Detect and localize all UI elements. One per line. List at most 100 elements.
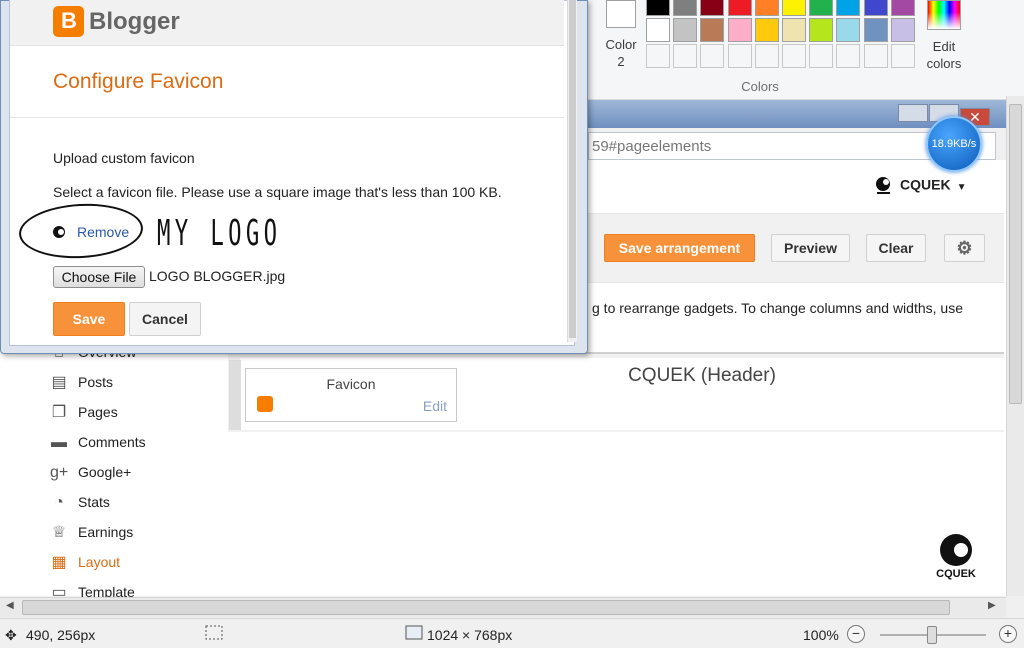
zoom-level: 100% [803,627,839,643]
image-size-icon [404,624,424,645]
color2-swatch [606,0,636,28]
sidebar-item-stats[interactable]: ◔ Stats [50,494,110,514]
palette-swatch[interactable] [863,0,888,16]
user-menu[interactable]: CQUEK ▼ [874,176,966,196]
annotation-text: MY LOGO [157,213,282,254]
brand-name: Blogger [89,7,180,35]
palette-swatch[interactable] [863,18,888,42]
palette-swatch[interactable] [890,18,915,42]
favicon-gadget-title: Favicon [326,376,376,392]
dialog-scroll-thumb[interactable] [569,0,576,338]
custom-color-slot[interactable] [700,44,725,68]
gear-icon: ⚙ [956,238,973,258]
edit-colors-button[interactable]: Edit colors [920,0,968,72]
clear-button[interactable]: Clear [866,234,926,262]
pages-icon: ❐ [51,404,67,422]
custom-color-slot[interactable] [754,44,779,68]
sidebar-item-posts[interactable]: ▤ Posts [50,374,113,394]
save-arrangement-button[interactable]: Save arrangement [604,234,755,262]
layout-icon: ▦ [51,554,67,572]
minimize-button[interactable] [898,104,928,122]
favicon-edit-link[interactable]: Edit [423,398,447,414]
zoom-slider-thumb[interactable] [927,626,937,644]
color2-label-2: 2 [617,54,625,69]
palette-swatch[interactable] [646,18,670,42]
palette-swatch[interactable] [809,0,834,16]
save-button[interactable]: Save [53,302,125,336]
sidebar-item-pages[interactable]: ❐ Pages [50,404,118,424]
palette-swatch[interactable] [836,0,861,16]
sidebar-item-label: Posts [78,374,114,390]
palette-swatch[interactable] [890,0,915,16]
cquek-avatar-icon [874,176,894,196]
palette-swatch[interactable] [754,0,779,16]
custom-color-slot[interactable] [863,44,888,68]
scroll-right-icon[interactable]: ▶ [988,600,996,611]
palette-swatch[interactable] [782,18,806,42]
palette-swatch[interactable] [754,18,779,42]
username: CQUEK [900,176,951,193]
sidebar-item-label: Google+ [78,464,132,480]
sidebar-item-label: Earnings [78,524,134,540]
horizontal-scroll-thumb[interactable] [22,600,950,615]
favicon-gadget[interactable]: Favicon Edit [245,368,457,422]
palette-swatch[interactable] [782,0,806,16]
sidebar-item-label: Pages [78,404,118,420]
zoom-out-button[interactable]: − [847,625,865,643]
sidebar-item-google[interactable]: g+ Google+ [50,464,131,484]
drag-handle[interactable] [229,360,241,430]
blogger-icon [257,396,273,412]
google-plus-icon: g+ [50,464,69,482]
choose-file-button[interactable]: Choose File [53,266,145,288]
cancel-button[interactable]: Cancel [129,302,201,336]
vertical-scrollbar[interactable] [1006,96,1024,596]
custom-color-slot[interactable] [836,44,861,68]
layout-hint-text: g to rearrange gadgets. To change column… [592,300,963,316]
sidebar-item-label: Comments [78,434,146,450]
sidebar-item-earnings[interactable]: ♕ Earnings [50,524,133,544]
palette-swatch[interactable] [727,18,752,42]
divider [10,117,564,118]
palette-swatch[interactable] [673,0,698,16]
color2-button[interactable]: Color 2 [598,0,644,72]
cursor-move-icon: ✥ [5,627,17,643]
custom-color-slot[interactable] [782,44,806,68]
palette-swatch[interactable] [646,0,670,16]
scroll-left-icon[interactable]: ◀ [6,600,14,611]
palette-swatch[interactable] [673,18,698,42]
preview-button[interactable]: Preview [771,234,850,262]
settings-button[interactable]: ⚙ [944,234,985,262]
cursor-position: 490, 256px [26,627,96,643]
custom-color-slot[interactable] [673,44,698,68]
cquek-logo: CQUEK [934,534,978,580]
edit-colors-label-1: Edit [932,39,956,54]
custom-color-slot[interactable] [809,44,834,68]
sidebar-item-comments[interactable]: ▬ Comments [50,434,146,454]
palette-swatch[interactable] [700,0,725,16]
posts-icon: ▤ [51,374,67,392]
select-hint: Select a favicon file. Please use a squa… [53,184,502,200]
palette-swatch[interactable] [836,18,861,42]
dialog-scrollbar[interactable] [567,0,577,342]
palette-swatch[interactable] [700,18,725,42]
colors-group-label: Colors [741,79,779,94]
sidebar-item-layout[interactable]: ▦ Layout [50,554,120,574]
custom-color-slot[interactable] [890,44,915,68]
blogger-logo-icon [53,6,84,37]
custom-color-slot[interactable] [727,44,752,68]
edit-colors-label-2: colors [926,56,962,71]
vertical-scroll-thumb[interactable] [1009,104,1022,404]
header-gadget-title: CQUEK (Header) [628,365,776,386]
image-size: 1024 × 768px [427,627,513,643]
status-bar: ✥ 490, 256px 1024 × 768px 100% − + [0,618,1024,648]
zoom-in-button[interactable]: + [999,625,1017,643]
horizontal-scrollbar[interactable]: ◀ ▶ [0,597,1006,617]
dialog-content [9,0,575,346]
custom-color-slot[interactable] [646,44,670,68]
palette-swatch[interactable] [809,18,834,42]
stats-icon: ◔ [54,494,64,512]
palette-swatch[interactable] [727,0,752,16]
color2-label-1: Color [605,37,637,52]
comments-icon: ▬ [51,434,67,452]
sidebar-item-label: Stats [78,494,110,510]
